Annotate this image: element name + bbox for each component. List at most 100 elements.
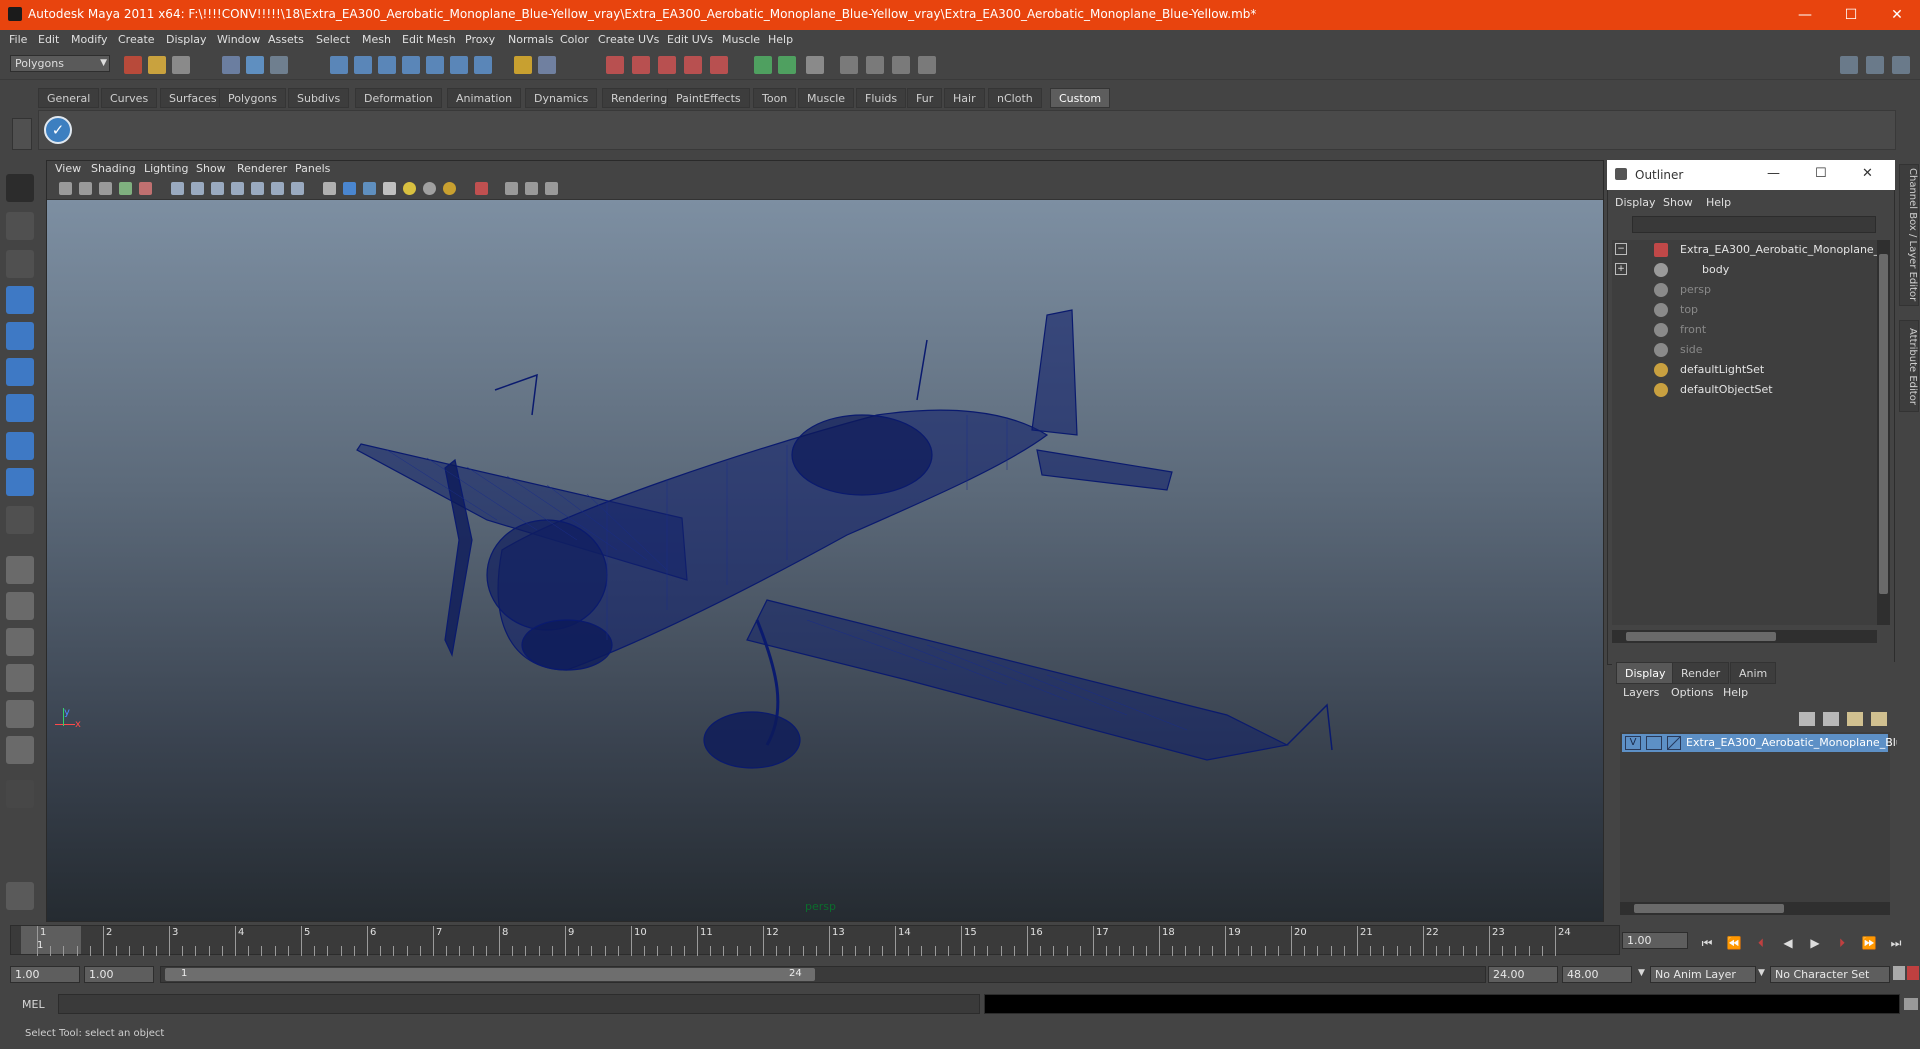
lock-icon[interactable] (514, 56, 532, 74)
shelf-tab-curves[interactable]: Curves (101, 88, 158, 108)
outliner-item-persp[interactable]: persp (1612, 280, 1877, 300)
rotate-tool-icon[interactable] (6, 322, 34, 350)
layer-editor-icon[interactable] (918, 56, 936, 74)
use-all-lights-icon[interactable] (403, 182, 416, 195)
soft-modification-icon[interactable] (6, 432, 34, 460)
step-forward-key-icon[interactable]: ⏵ (1831, 932, 1853, 954)
maximize-button[interactable]: ☐ (1828, 0, 1874, 30)
layer-menu-options[interactable]: Options (1671, 686, 1713, 699)
wireframe-icon[interactable] (323, 182, 336, 195)
persp-outliner-layout-icon[interactable] (6, 628, 34, 656)
hud-toggle-icon[interactable] (545, 182, 558, 195)
layer-horizontal-thumb[interactable] (1634, 904, 1784, 913)
minimize-button[interactable]: — (1782, 0, 1828, 30)
select-by-object-icon[interactable] (246, 56, 264, 74)
shelf-tab-fluids[interactable]: Fluids (856, 88, 907, 108)
shelf-tab-muscle[interactable]: Muscle (798, 88, 855, 108)
menu-mesh[interactable]: Mesh (362, 33, 391, 46)
layer-color-swatch[interactable] (1667, 736, 1681, 750)
sidebar-toggle-icon[interactable] (806, 56, 824, 74)
hand-icon[interactable] (6, 882, 34, 910)
outliner-item-extra-ea300[interactable]: − Extra_EA300_Aerobatic_Monoplane_Bl (1612, 240, 1890, 260)
default-light-icon[interactable] (443, 182, 456, 195)
current-time-field[interactable]: 1.00 (1622, 932, 1688, 949)
four-view-layout-icon[interactable] (6, 592, 34, 620)
shelf-tab-fur[interactable]: Fur (907, 88, 943, 108)
select-highlight-icon[interactable] (538, 56, 556, 74)
menu-edit-uvs[interactable]: Edit UVs (667, 33, 713, 46)
hypershade-icon[interactable] (710, 56, 728, 74)
menu-create-uvs[interactable]: Create UVs (598, 33, 659, 46)
outliner-close-button[interactable]: ✕ (1862, 166, 1873, 181)
last-tool-icon[interactable] (6, 506, 34, 534)
tab-attribute-editor[interactable]: Attribute Editor (1899, 320, 1919, 412)
isolate-select-icon[interactable] (475, 182, 488, 195)
show-manipulator-icon[interactable] (6, 468, 34, 496)
command-language-label[interactable]: MEL (22, 998, 45, 1011)
image-plane-icon[interactable] (119, 182, 132, 195)
snap-live-icon[interactable] (450, 56, 468, 74)
shelf-tab-deformation[interactable]: Deformation (355, 88, 442, 108)
command-input[interactable] (58, 994, 980, 1014)
select-camera-icon[interactable] (59, 182, 72, 195)
shelf-tab-polygons[interactable]: Polygons (219, 88, 286, 108)
menu-proxy[interactable]: Proxy (465, 33, 495, 46)
viewport-menu-renderer[interactable]: Renderer (237, 162, 287, 175)
render-settings-icon[interactable] (684, 56, 702, 74)
outliner-item-front[interactable]: front (1612, 320, 1877, 340)
snap-curve-icon[interactable] (354, 56, 372, 74)
menu-modify[interactable]: Modify (71, 33, 107, 46)
ipr-render-icon[interactable] (658, 56, 676, 74)
grid-icon[interactable] (171, 182, 184, 195)
play-forwards-icon[interactable]: ▶ (1804, 932, 1826, 954)
shelf-tab-rendering[interactable]: Rendering (602, 88, 677, 108)
layer-display-type-toggle[interactable] (1646, 736, 1662, 750)
animation-preferences-icon[interactable] (1907, 966, 1919, 980)
xray-joints-icon[interactable] (525, 182, 538, 195)
menu-edit[interactable]: Edit (38, 33, 59, 46)
outliner-item-top[interactable]: top (1612, 300, 1877, 320)
render-current-icon[interactable] (632, 56, 650, 74)
layer-row[interactable]: V Extra_EA300_Aerobatic_Monoplane_Blue (1622, 734, 1910, 752)
playback-end-time-field[interactable]: 24.00 (1488, 966, 1558, 983)
close-button[interactable]: ✕ (1874, 0, 1920, 30)
shelf-tab-custom[interactable]: Custom (1050, 88, 1111, 108)
menu-set-selector[interactable]: Polygons ▼ (10, 55, 110, 72)
anim-layer-selector[interactable]: No Anim Layer (1650, 966, 1756, 983)
universal-manipulator-icon[interactable] (6, 394, 34, 422)
camera-attributes-icon[interactable] (79, 182, 92, 195)
shelf-tab-painteffects[interactable]: PaintEffects (667, 88, 750, 108)
snap-grid-icon[interactable] (330, 56, 348, 74)
textured-icon[interactable] (383, 182, 396, 195)
gate-mask-icon[interactable] (231, 182, 244, 195)
menu-muscle[interactable]: Muscle (722, 33, 760, 46)
outliner-item-side[interactable]: side (1612, 340, 1877, 360)
scale-tool-icon[interactable] (6, 358, 34, 386)
tab-channel-box-layer-editor[interactable]: Channel Box / Layer Editor (1899, 164, 1919, 306)
outliner-item-default-light-set[interactable]: defaultLightSet (1612, 360, 1877, 380)
outliner-minimize-button[interactable]: — (1767, 166, 1780, 181)
menu-normals[interactable]: Normals (508, 33, 554, 46)
open-scene-icon[interactable] (148, 56, 166, 74)
check-icon[interactable]: ✓ (44, 116, 72, 144)
shelf-tab-ncloth[interactable]: nCloth (988, 88, 1042, 108)
range-slider-handle[interactable]: 1 24 (165, 968, 815, 981)
channel-box-icon[interactable] (892, 56, 910, 74)
chevron-down-icon[interactable]: ▼ (1758, 968, 1765, 978)
save-scene-icon[interactable] (172, 56, 190, 74)
shelf-tab-hair[interactable]: Hair (944, 88, 985, 108)
menu-file[interactable]: File (9, 33, 27, 46)
panel-layout-icon[interactable] (1840, 56, 1858, 74)
xray-icon[interactable] (505, 182, 518, 195)
outliner-vertical-thumb[interactable] (1879, 254, 1888, 594)
menu-edit-mesh[interactable]: Edit Mesh (402, 33, 456, 46)
smooth-shade-icon[interactable] (343, 182, 356, 195)
bookmark-icon[interactable] (99, 182, 112, 195)
outliner-filter-input[interactable] (1632, 216, 1876, 233)
outliner-list[interactable]: − Extra_EA300_Aerobatic_Monoplane_Bl + b… (1612, 240, 1890, 625)
menu-display[interactable]: Display (166, 33, 207, 46)
film-gate-icon[interactable] (191, 182, 204, 195)
layer-tab-anim[interactable]: Anim (1730, 662, 1777, 684)
shelf-tab-dynamics[interactable]: Dynamics (525, 88, 598, 108)
toggle-panel-icon[interactable] (1866, 56, 1884, 74)
